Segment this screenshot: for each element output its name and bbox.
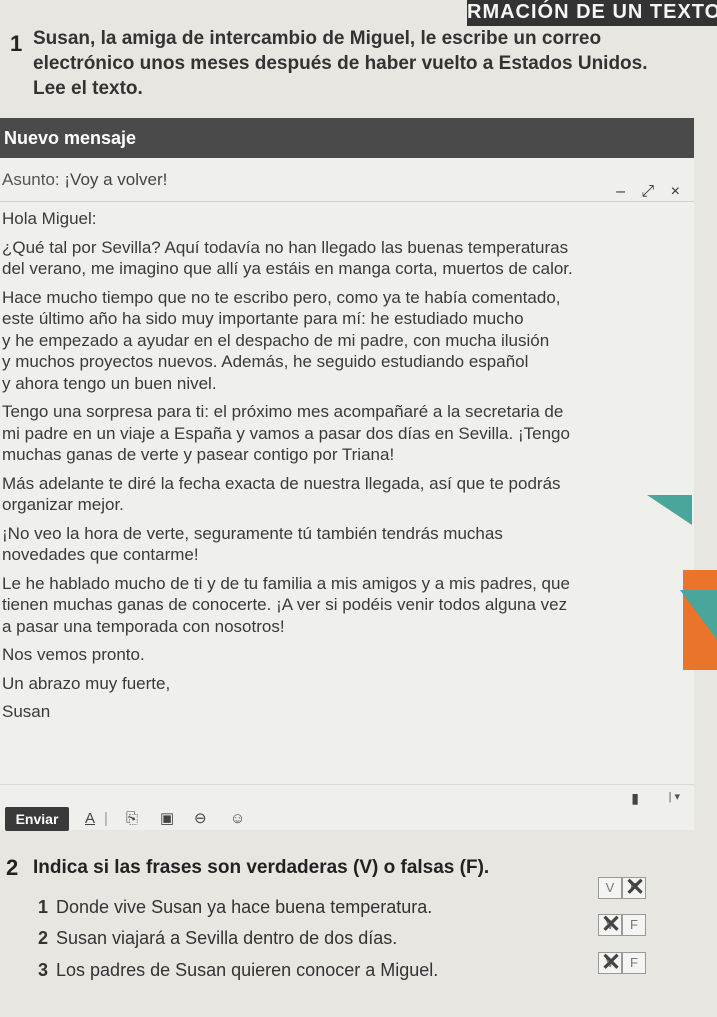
format-text-icon[interactable]: A — [85, 807, 95, 831]
cross-mark-icon: ✕ — [601, 911, 622, 938]
intro-line-1: Susan, la amiga de intercambio de Miguel… — [33, 28, 602, 49]
exercise-2-title: Indica si las frases son verdaderas (V) … — [33, 857, 490, 878]
intro-line-3: Lee el texto. — [33, 78, 143, 99]
email-body-line: Un abrazo muy fuerte, — [2, 673, 171, 693]
subject-label: Asunto: — [2, 170, 60, 189]
trash-icon[interactable]: ▮ — [631, 790, 639, 807]
exercise-1-intro: Susan, la amiga de intercambio de Miguel… — [33, 26, 683, 101]
email-header: Nuevo mensaje — [0, 118, 694, 158]
subject-value[interactable]: ¡Voy a volver! — [64, 170, 167, 189]
email-body-line: Más adelante te diré la fecha exacta de … — [2, 473, 561, 493]
false-checkbox[interactable]: F — [622, 914, 646, 936]
divider: | — [104, 810, 108, 827]
subject-field[interactable]: Asunto: ¡Voy a volver! – ⤢ × — [0, 158, 694, 202]
email-body-line: este último año ha sido muy importante p… — [2, 309, 524, 328]
decor-teal-shape — [680, 590, 717, 640]
exercise-1-number: 1 — [10, 31, 23, 56]
section-banner: RMACIÓN DE UN TEXTO — [467, 0, 717, 26]
email-body-line: Le he hablado mucho de ti y de tu famili… — [2, 573, 570, 593]
email-body-line: y he empezado a ayudar en el despacho de… — [2, 330, 550, 350]
email-body-line: Hace mucho tiempo que no te escribo pero… — [2, 287, 561, 307]
email-body-line: y ahora tengo un buen nivel. — [2, 373, 217, 393]
question-number: 3 — [38, 960, 49, 980]
email-header-title: Nuevo mensaje — [4, 128, 137, 148]
question-number: 2 — [38, 928, 49, 948]
question-text: Los padres de Susan quieren conocer a Mi… — [56, 960, 439, 980]
email-body-line: Susan — [2, 702, 51, 721]
email-body-line: muchas ganas de verte y pasear contigo p… — [2, 445, 395, 464]
email-body-line: mi padre en un viaje a España y vamos a … — [2, 423, 570, 443]
email-body-line: a pasar una temporada con nosotros! — [2, 616, 285, 636]
cross-mark-icon: ✕ — [601, 949, 622, 976]
email-body-line: Tengo una sorpresa para ti: el próximo m… — [2, 402, 564, 421]
intro-line-2: electrónico unos meses después de haber … — [33, 53, 648, 74]
decor-teal-triangle — [647, 495, 692, 525]
email-body-line: y muchos proyectos nuevos. Además, he se… — [2, 352, 529, 371]
compose-toolbar: Enviar A | ⎘ ▣ ⊖ ☺ ▮ | ▾ — [0, 784, 694, 831]
email-body[interactable]: Hola Miguel: ¿Qué tal por Sevilla? Aquí t… — [2, 208, 682, 723]
email-body-line: Nos vemos pronto. — [2, 645, 145, 664]
email-body-line: organizar mejor. — [2, 495, 124, 514]
exercise-2-number: 2 — [6, 855, 19, 880]
cross-mark-icon: ✕ — [625, 874, 646, 901]
email-body-line: tienen muchas ganas de conocerte. ¡A ver… — [2, 595, 568, 614]
question-text: Susan viajará a Sevilla dentro de dos dí… — [56, 928, 398, 948]
email-compose-window: Nuevo mensaje Asunto: ¡Voy a volver! – ⤢… — [0, 118, 694, 831]
emoji-icon[interactable]: ☺ — [230, 807, 245, 831]
image-icon[interactable]: ▣ — [160, 807, 174, 831]
question-number: 1 — [38, 897, 49, 917]
true-checkbox[interactable]: V — [598, 877, 622, 899]
email-body-line: ¡No veo la hora de verte, seguramente tú… — [2, 523, 503, 543]
question-item: 3 Los padres de Susan quieren conocer a M… — [38, 960, 438, 981]
send-button[interactable]: Enviar — [5, 807, 69, 831]
link-icon[interactable]: ⊖ — [194, 807, 207, 831]
email-body-line: ¿Qué tal por Sevilla? Aquí todavía no ha… — [2, 237, 569, 257]
false-checkbox[interactable]: F — [622, 952, 646, 974]
attach-icon[interactable]: ⎘ — [126, 807, 138, 831]
question-text: Donde vive Susan ya hace buena temperatu… — [56, 897, 433, 917]
email-body-line: del verano, me imagino que allí ya estái… — [2, 259, 573, 278]
email-body-line: novedades que contarme! — [2, 545, 199, 564]
question-item: 1 Donde vive Susan ya hace buena temperat… — [38, 897, 432, 918]
question-item: 2 Susan viajará a Sevilla dentro de dos d… — [38, 928, 397, 949]
more-options-icon[interactable]: | ▾ — [669, 790, 680, 803]
email-body-line: Hola Miguel: — [2, 209, 97, 228]
